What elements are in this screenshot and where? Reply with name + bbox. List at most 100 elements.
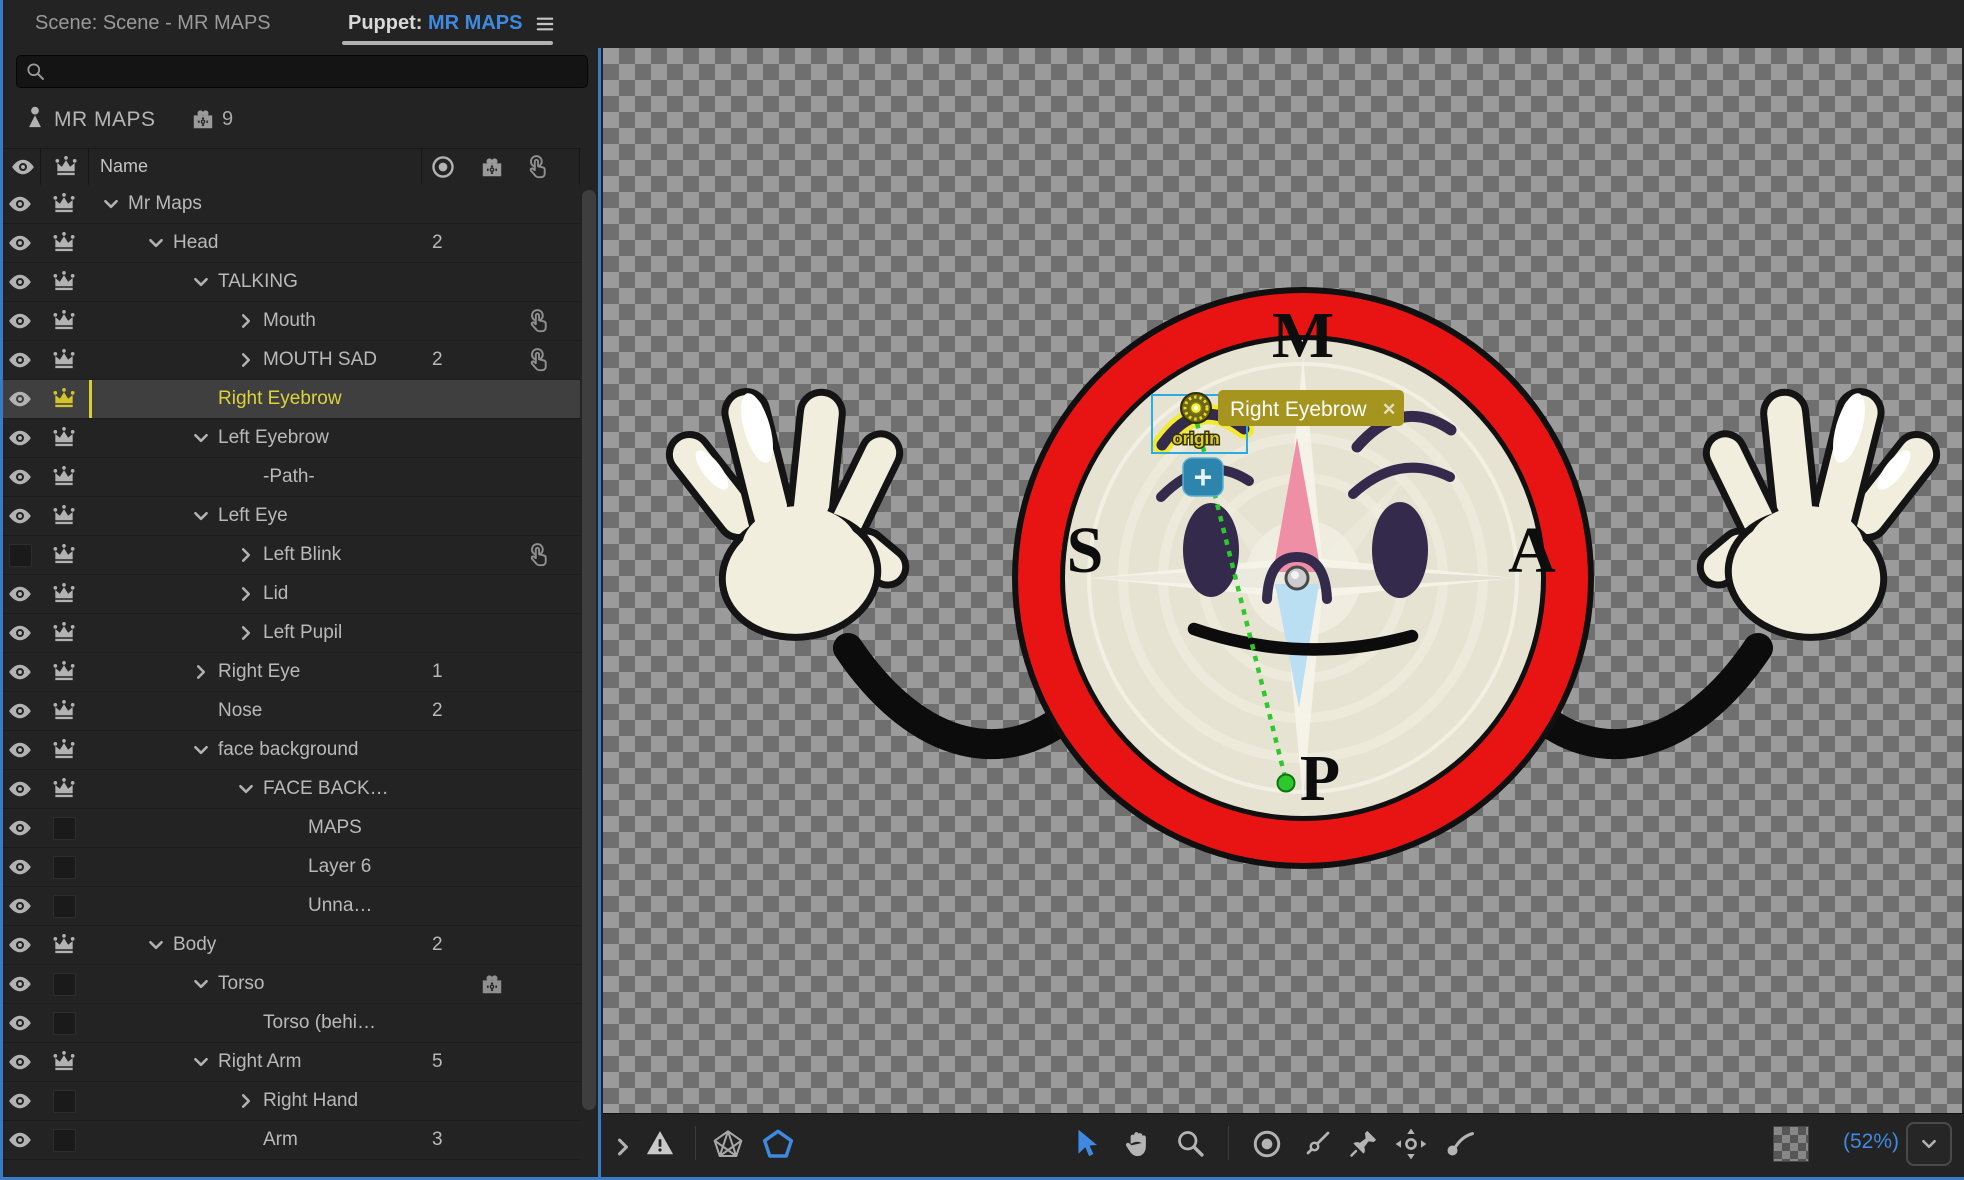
eye-visible-toggle[interactable] bbox=[0, 1043, 40, 1081]
origin-handle[interactable] bbox=[1181, 393, 1211, 423]
eye-visible-toggle[interactable] bbox=[0, 926, 40, 964]
record-icon[interactable] bbox=[1251, 1128, 1283, 1160]
crown-on-toggle[interactable] bbox=[40, 770, 88, 808]
crown-off-toggle[interactable] bbox=[40, 965, 88, 1003]
layer-name[interactable]: Torso bbox=[218, 973, 264, 995]
crown-on-toggle[interactable] bbox=[40, 458, 88, 496]
tag-close-icon[interactable]: ✕ bbox=[1382, 400, 1396, 419]
crown-on-toggle[interactable] bbox=[40, 419, 88, 457]
collapse-chevron-icon[interactable] bbox=[192, 429, 210, 447]
layer-name[interactable]: Body bbox=[173, 934, 216, 956]
crown-off-toggle[interactable] bbox=[40, 1121, 88, 1159]
panel-menu-icon[interactable] bbox=[534, 13, 556, 35]
record-column-icon[interactable] bbox=[430, 154, 456, 180]
expand-chevron-icon[interactable] bbox=[237, 351, 255, 369]
eye-visible-toggle[interactable] bbox=[0, 575, 40, 613]
collapse-chevron-icon[interactable] bbox=[192, 975, 210, 993]
layer-row[interactable]: Layer 6 bbox=[0, 848, 580, 887]
crown-on-toggle[interactable] bbox=[40, 692, 88, 730]
collapse-chevron-icon[interactable] bbox=[237, 780, 255, 798]
layer-name[interactable]: -Path- bbox=[263, 466, 315, 488]
collapse-chevron-icon[interactable] bbox=[192, 741, 210, 759]
eye-visible-toggle[interactable] bbox=[0, 419, 40, 457]
crown-on-toggle[interactable] bbox=[40, 536, 88, 574]
layer-name[interactable]: Left Blink bbox=[263, 544, 341, 566]
eye-visible-toggle[interactable] bbox=[0, 224, 40, 262]
crown-on-toggle[interactable] bbox=[40, 341, 88, 379]
layer-row[interactable]: MAPS bbox=[0, 809, 580, 848]
eye-visible-toggle[interactable] bbox=[0, 1121, 40, 1159]
crown-on-toggle[interactable] bbox=[40, 302, 88, 340]
eye-visible-toggle[interactable] bbox=[0, 263, 40, 301]
eye-hidden-toggle[interactable] bbox=[0, 536, 40, 574]
layer-row[interactable]: Torso (behi… bbox=[0, 1004, 580, 1043]
crown-on-toggle[interactable] bbox=[40, 575, 88, 613]
expand-chevron-icon[interactable] bbox=[612, 1132, 634, 1162]
zoom-level[interactable]: (52%) bbox=[1828, 1130, 1914, 1154]
tree-scrollbar[interactable] bbox=[582, 190, 596, 1110]
collapse-chevron-icon[interactable] bbox=[147, 936, 165, 954]
layer-name[interactable]: Left Eye bbox=[218, 505, 288, 527]
layer-row[interactable]: Left Eyebrow bbox=[0, 419, 580, 458]
crown-on-toggle[interactable] bbox=[40, 926, 88, 964]
warning-icon[interactable] bbox=[645, 1128, 675, 1158]
crown-on-toggle[interactable] bbox=[40, 224, 88, 262]
expand-chevron-icon[interactable] bbox=[237, 312, 255, 330]
layer-name[interactable]: Right Hand bbox=[263, 1090, 358, 1112]
eye-visible-toggle[interactable] bbox=[0, 185, 40, 223]
layer-row[interactable]: Mr Maps bbox=[0, 185, 580, 224]
layer-name[interactable]: Arm bbox=[263, 1129, 298, 1151]
eye-visible-toggle[interactable] bbox=[0, 1004, 40, 1042]
trigger-icon[interactable] bbox=[525, 346, 552, 373]
crown-on-toggle[interactable] bbox=[40, 497, 88, 535]
expand-chevron-icon[interactable] bbox=[237, 1092, 255, 1110]
select-tool-icon[interactable] bbox=[1072, 1128, 1102, 1158]
eye-visible-toggle[interactable] bbox=[0, 692, 40, 730]
layer-name[interactable]: Head bbox=[173, 232, 218, 254]
tab-scene[interactable]: Scene: Scene - MR MAPS bbox=[35, 12, 271, 35]
layer-row[interactable]: Left Blink bbox=[0, 536, 580, 575]
stick-tool-icon[interactable] bbox=[1303, 1128, 1333, 1158]
zoom-tool-icon[interactable] bbox=[1175, 1128, 1205, 1158]
selection-tag[interactable]: Right Eyebrow ✕ bbox=[1218, 390, 1404, 426]
layer-row[interactable]: face background bbox=[0, 731, 580, 770]
layer-name[interactable]: Right Eyebrow bbox=[218, 388, 342, 410]
zoom-dropdown[interactable] bbox=[1906, 1122, 1952, 1166]
crown-on-toggle[interactable] bbox=[40, 263, 88, 301]
hand-tool-icon[interactable] bbox=[1122, 1128, 1152, 1158]
behaviors-icon[interactable] bbox=[479, 971, 505, 997]
crown-off-toggle[interactable] bbox=[40, 848, 88, 886]
layer-row[interactable]: Unna… bbox=[0, 887, 580, 926]
layer-row[interactable]: FACE BACK… bbox=[0, 770, 580, 809]
eye-visible-toggle[interactable] bbox=[0, 653, 40, 691]
eye-visible-toggle[interactable] bbox=[0, 302, 40, 340]
trigger-icon[interactable] bbox=[525, 307, 552, 334]
outline-icon[interactable] bbox=[762, 1128, 794, 1160]
layer-name[interactable]: MOUTH SAD bbox=[263, 349, 377, 371]
layer-row[interactable]: Head2 bbox=[0, 224, 580, 263]
layer-name[interactable]: Right Arm bbox=[218, 1051, 301, 1073]
expand-chevron-icon[interactable] bbox=[237, 585, 255, 603]
crown-off-toggle[interactable] bbox=[40, 1004, 88, 1042]
crown-on-toggle[interactable] bbox=[40, 1043, 88, 1081]
eye-visible-toggle[interactable] bbox=[0, 965, 40, 1003]
crown-off-toggle[interactable] bbox=[40, 887, 88, 925]
tab-puppet[interactable]: Puppet: MR MAPS bbox=[330, 0, 570, 48]
puppet-canvas[interactable]: M S A P bbox=[603, 48, 1962, 1113]
layer-name[interactable]: Layer 6 bbox=[308, 856, 371, 878]
layer-name[interactable]: Mr Maps bbox=[128, 193, 202, 215]
collapse-chevron-icon[interactable] bbox=[192, 273, 210, 291]
layer-name[interactable]: Left Eyebrow bbox=[218, 427, 329, 449]
layer-name[interactable]: Unna… bbox=[308, 895, 372, 917]
expand-chevron-icon[interactable] bbox=[237, 624, 255, 642]
crown-on-toggle[interactable] bbox=[40, 731, 88, 769]
mesh-icon[interactable] bbox=[712, 1128, 744, 1160]
layer-name[interactable]: Left Pupil bbox=[263, 622, 342, 644]
dangle-endpoint[interactable] bbox=[1278, 775, 1295, 792]
layer-row[interactable]: Left Eye bbox=[0, 497, 580, 536]
layer-row[interactable]: Left Pupil bbox=[0, 614, 580, 653]
layer-name[interactable]: Lid bbox=[263, 583, 288, 605]
layer-row[interactable]: Torso bbox=[0, 965, 580, 1004]
eye-visible-toggle[interactable] bbox=[0, 341, 40, 379]
eye-visible-toggle[interactable] bbox=[0, 1082, 40, 1120]
